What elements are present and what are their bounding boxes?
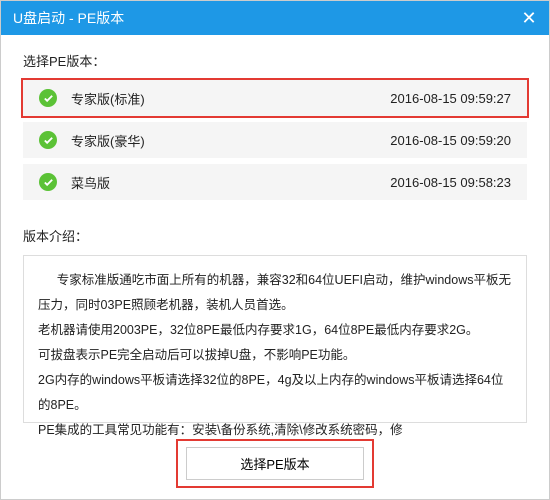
version-item-time: 2016-08-15 09:59:20: [390, 133, 511, 148]
window-title: U盘启动 - PE版本: [13, 8, 124, 28]
select-version-button[interactable]: 选择PE版本: [186, 447, 364, 480]
select-button-highlight: 选择PE版本: [178, 441, 372, 486]
close-icon: ✕: [521, 8, 536, 29]
intro-line: 老机器请使用2003PE，32位8PE最低内存要求1G，64位8PE最低内存要求…: [38, 318, 512, 343]
intro-line: PE集成的工具常见功能有：安装\备份系统,清除\修改系统密码，修: [38, 418, 512, 443]
version-item-label: 专家版(标准): [71, 89, 390, 108]
intro-label: 版本介绍：: [23, 226, 527, 245]
version-item[interactable]: 专家版(标准)2016-08-15 09:59:27: [23, 80, 527, 116]
version-item[interactable]: 专家版(豪华)2016-08-15 09:59:20: [23, 122, 527, 158]
check-icon: [39, 89, 57, 107]
close-button[interactable]: ✕: [509, 1, 549, 35]
check-icon: [39, 131, 57, 149]
intro-line: 可拔盘表示PE完全启动后可以拔掉U盘，不影响PE功能。: [38, 343, 512, 368]
intro-line: 2G内存的windows平板请选择32位的8PE，4g及以上内存的windows…: [38, 368, 512, 418]
version-item-time: 2016-08-15 09:59:27: [390, 91, 511, 106]
footer: 选择PE版本: [0, 441, 550, 486]
version-list: 专家版(标准)2016-08-15 09:59:27专家版(豪华)2016-08…: [23, 80, 527, 200]
check-icon: [39, 173, 57, 191]
version-item[interactable]: 菜鸟版2016-08-15 09:58:23: [23, 164, 527, 200]
version-list-label: 选择PE版本：: [23, 51, 527, 70]
version-item-label: 专家版(豪华): [71, 131, 390, 150]
version-item-label: 菜鸟版: [71, 173, 390, 192]
intro-text: 专家标准版通吃市面上所有的机器，兼容32和64位UEFI启动，维护windows…: [23, 255, 527, 423]
version-item-time: 2016-08-15 09:58:23: [390, 175, 511, 190]
intro-line: 专家标准版通吃市面上所有的机器，兼容32和64位UEFI启动，维护windows…: [38, 268, 512, 318]
titlebar: U盘启动 - PE版本 ✕: [1, 1, 549, 35]
